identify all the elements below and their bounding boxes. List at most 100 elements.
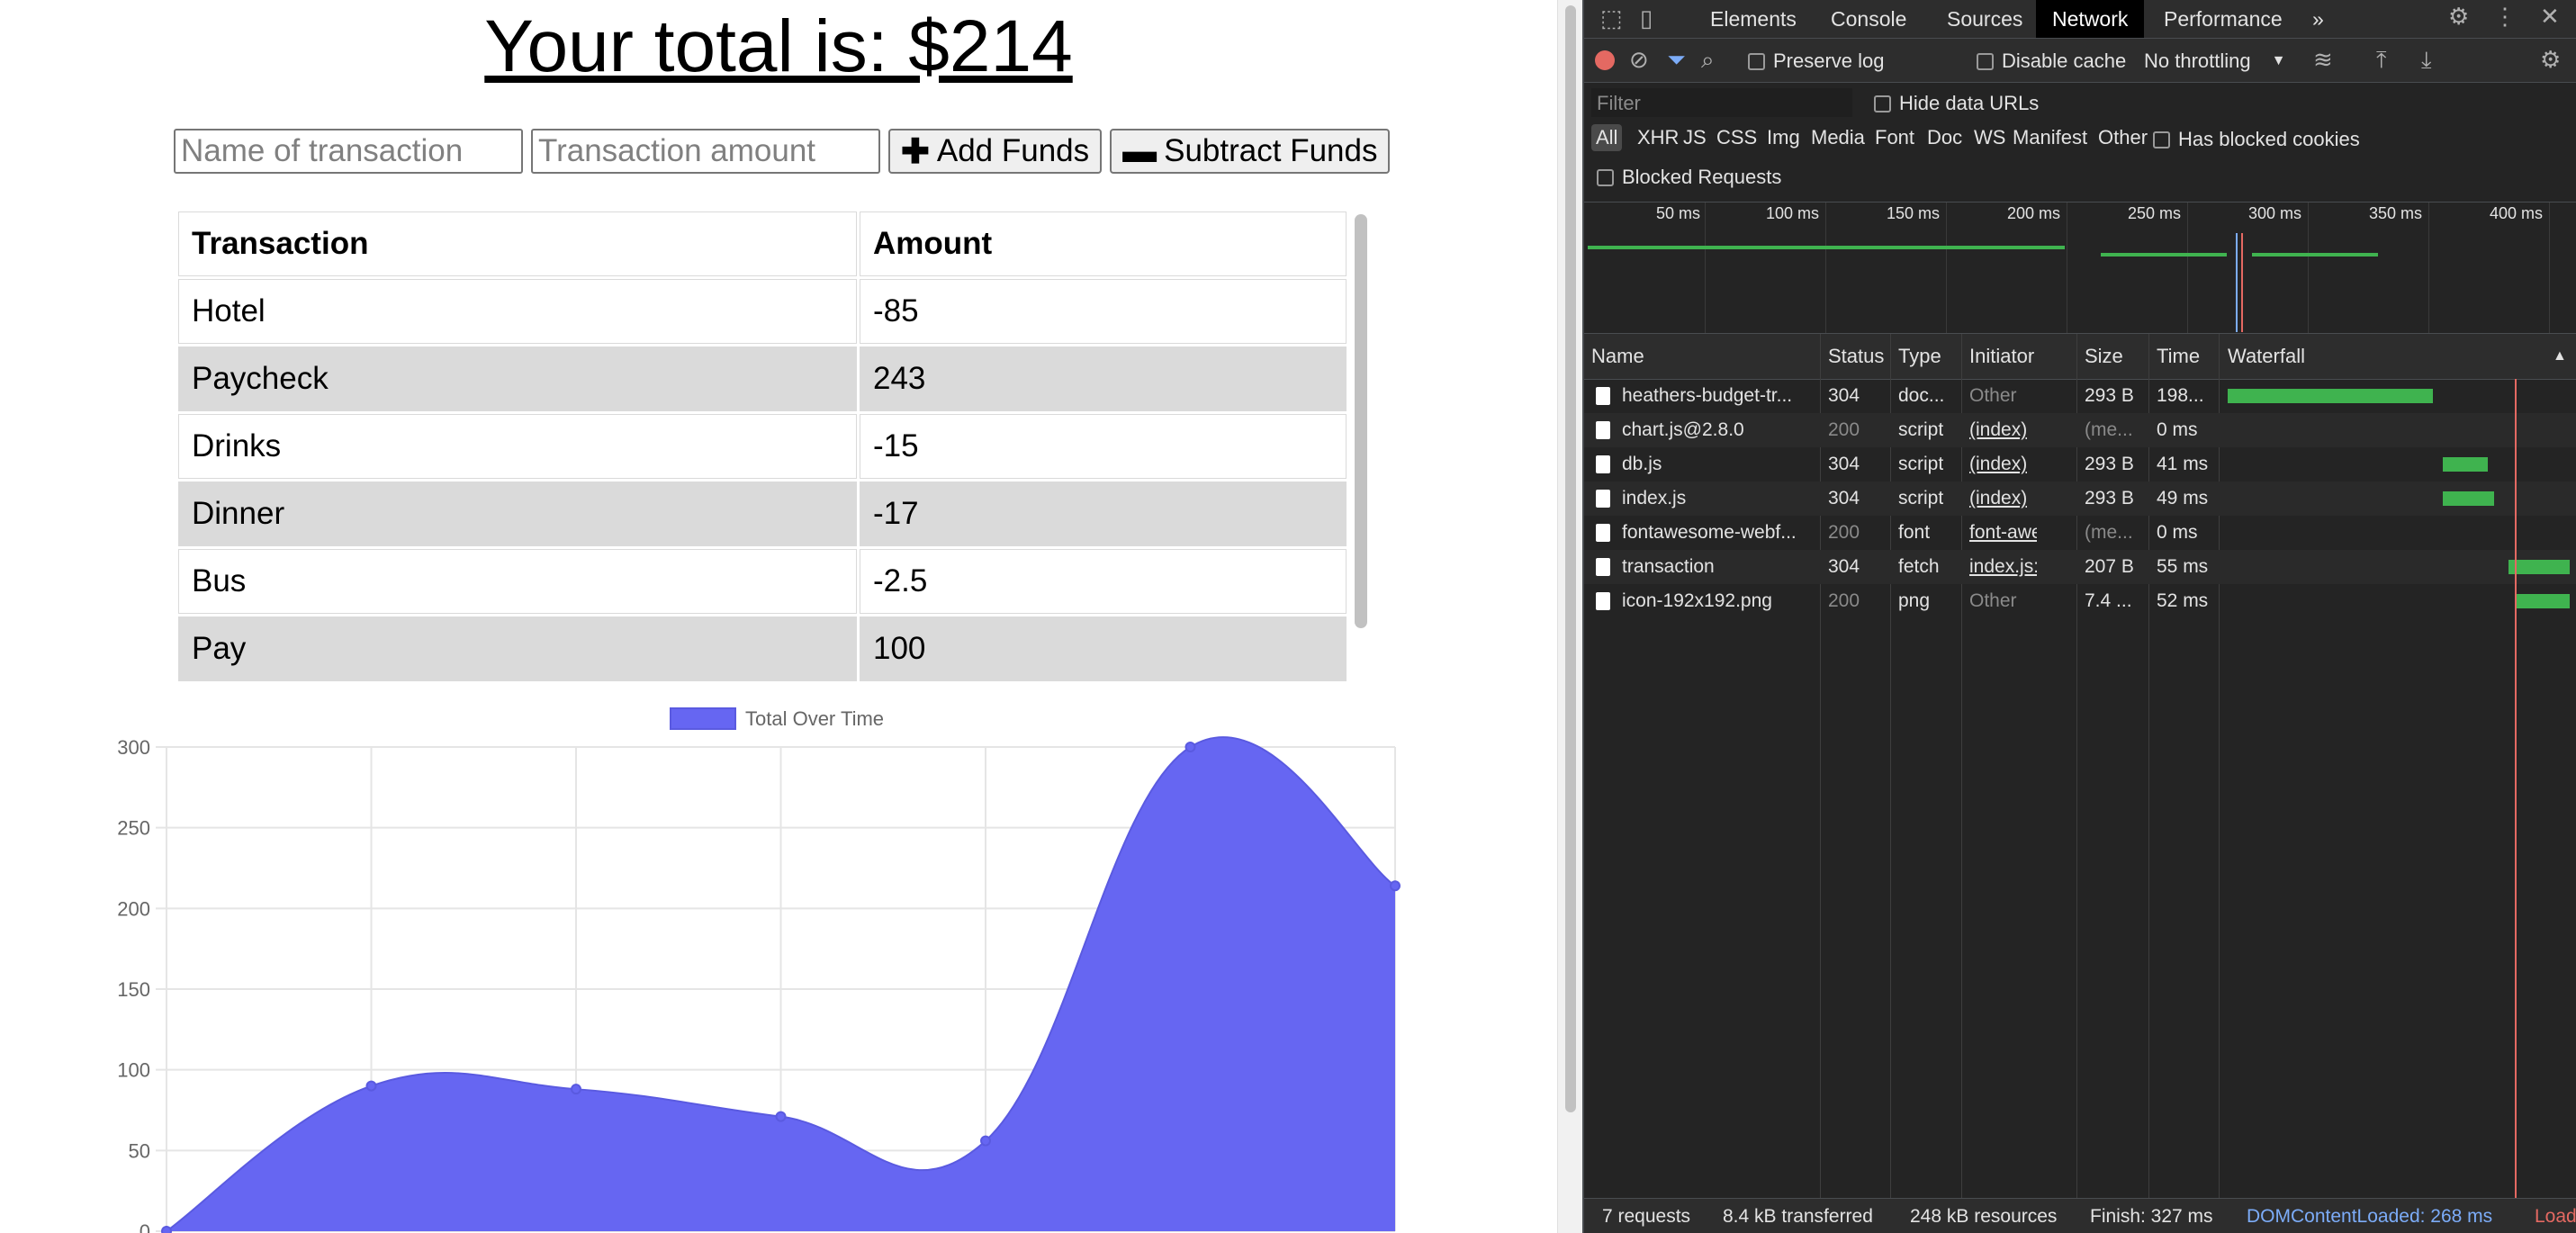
request-row[interactable]: fontawesome-webf... 200 font font-awe... (me… [1584, 516, 2576, 550]
hide-data-urls-checkbox[interactable]: Hide data URLs [1874, 92, 2039, 115]
settings-gear-icon[interactable]: ⚙ [2448, 3, 2469, 31]
type-filter-xhr[interactable]: XHR [1633, 124, 1683, 151]
data-point [1184, 742, 1196, 752]
type-filter-doc[interactable]: Doc [1923, 124, 1967, 151]
throttling-value: No throttling [2144, 50, 2251, 72]
request-status: 304 [1828, 454, 1860, 474]
column-waterfall[interactable]: Waterfall [2228, 334, 2305, 379]
type-filter-font[interactable]: Font [1870, 124, 1919, 151]
tab-network[interactable]: Network [2036, 0, 2145, 38]
transactions-table: Transaction Amount Hotel -85 Paycheck 243 … [176, 209, 1349, 684]
request-status: 304 [1828, 385, 1860, 406]
request-row[interactable]: chart.js@2.8.0 200 script (index) (me... 0 ms [1584, 413, 2576, 447]
request-initiator[interactable]: (index) [1969, 447, 2027, 482]
type-filter-ws[interactable]: WS [1969, 124, 2010, 151]
table-row: Pay 100 [178, 616, 1347, 681]
request-initiator[interactable]: (index) [1969, 413, 2027, 447]
tab-console[interactable]: Console [1815, 0, 1923, 38]
column-initiator[interactable]: Initiator [1969, 334, 2034, 379]
table-scrollbar[interactable] [1355, 214, 1367, 628]
column-name[interactable]: Name [1591, 334, 1644, 379]
page-scrollbar[interactable] [1557, 0, 1583, 1233]
request-initiator[interactable]: (index) [1969, 482, 2027, 516]
add-funds-button[interactable]: ✚ Add Funds [888, 129, 1103, 174]
type-filter-js[interactable]: JS [1679, 124, 1711, 151]
network-status-bar: 7 requests 8.4 kB transferred 248 kB res… [1584, 1198, 2576, 1233]
tab-elements[interactable]: Elements [1694, 0, 1813, 38]
request-row[interactable]: transaction 304 fetch index.js:4 207 B 55 ms [1584, 550, 2576, 584]
file-icon [1596, 592, 1610, 610]
transaction-amount: -15 [860, 414, 1347, 479]
throttling-select[interactable]: No throttling ▼ [2144, 50, 2285, 73]
column-status[interactable]: Status [1828, 334, 1884, 379]
sort-ascending-icon[interactable]: ▲ [2553, 334, 2567, 379]
clear-icon[interactable]: ⊘ [1629, 46, 1649, 74]
waterfall-bar [2508, 560, 2570, 574]
more-tabs-button[interactable]: » [2296, 0, 2340, 38]
column-size[interactable]: Size [2085, 334, 2123, 379]
y-tick-label: 150 [117, 978, 150, 1001]
transaction-amount: 100 [860, 616, 1347, 681]
table-row: Bus -2.5 [178, 549, 1347, 614]
table-row: Drinks -15 [178, 414, 1347, 479]
has-blocked-cookies-checkbox[interactable]: Has blocked cookies [2153, 128, 2360, 151]
request-type: fetch [1898, 556, 1940, 577]
preserve-log-checkbox[interactable]: Preserve log [1748, 50, 1885, 73]
transactions-table-container[interactable]: Transaction Amount Hotel -85 Paycheck 243 … [176, 209, 1377, 692]
device-toolbar-icon[interactable]: ▯ [1640, 4, 1653, 32]
has-blocked-cookies-label: Has blocked cookies [2178, 128, 2360, 150]
table-row: Paycheck 243 [178, 346, 1347, 411]
blocked-requests-label: Blocked Requests [1622, 166, 1782, 188]
column-time[interactable]: Time [2157, 334, 2200, 379]
network-settings-gear-icon[interactable]: ⚙ [2540, 46, 2561, 74]
search-icon[interactable]: ⌕ [1701, 46, 1715, 75]
ruler-label: 400 ms [2490, 204, 2544, 222]
request-row[interactable]: index.js 304 script (index) 293 B 49 ms [1584, 482, 2576, 516]
column-type[interactable]: Type [1898, 334, 1941, 379]
plus-icon: ✚ [901, 132, 930, 171]
request-name: heathers-budget-tr... [1622, 385, 1793, 406]
request-row[interactable]: icon-192x192.png 200 png Other 7.4 ... 52 ms [1584, 584, 2576, 618]
transaction-name-input[interactable] [174, 129, 523, 174]
type-filter-other[interactable]: Other [2094, 124, 2152, 151]
request-initiator[interactable]: index.js:4 [1969, 550, 2037, 584]
request-initiator[interactable]: font-awe... [1969, 516, 2037, 550]
file-icon [1596, 455, 1610, 473]
type-filter-img[interactable]: Img [1762, 124, 1805, 151]
network-conditions-icon[interactable]: ≋ [2313, 46, 2333, 74]
subtract-funds-button[interactable]: ▬ Subtract Funds [1110, 129, 1391, 174]
preserve-log-label: Preserve log [1773, 50, 1885, 72]
request-row[interactable]: db.js 304 script (index) 293 B 41 ms [1584, 447, 2576, 482]
network-toolbar: ⊘ ⏷ ⌕ Preserve log Disable cache No thro… [1584, 39, 2576, 83]
request-size: 293 B [2085, 488, 2134, 508]
disable-cache-label: Disable cache [2002, 50, 2127, 72]
inspect-element-icon[interactable]: ⬚ [1600, 4, 1623, 32]
request-type: png [1898, 590, 1931, 611]
filter-input[interactable]: Filter [1591, 88, 1852, 117]
overview-gridline [1825, 202, 1826, 333]
filter-placeholder: Filter [1597, 92, 1641, 114]
type-filter-all[interactable]: All [1591, 124, 1623, 151]
record-icon[interactable] [1595, 50, 1615, 70]
type-filter-css[interactable]: CSS [1712, 124, 1761, 151]
tab-sources[interactable]: Sources [1931, 0, 2039, 38]
request-row[interactable]: heathers-budget-tr... 304 doc... Other 293 B… [1584, 379, 2576, 413]
type-filter-manifest[interactable]: Manifest [2008, 124, 2092, 151]
close-icon[interactable]: ✕ [2540, 3, 2560, 31]
transaction-amount-input[interactable] [531, 129, 880, 174]
tab-performance[interactable]: Performance [2148, 0, 2299, 38]
request-time: 52 ms [2157, 590, 2209, 611]
filter-icon[interactable]: ⏷ [1667, 46, 1686, 75]
network-overview[interactable]: 50 ms 100 ms 150 ms 200 ms 250 ms 300 ms… [1584, 202, 2576, 334]
import-har-icon[interactable]: ⤒ [2376, 46, 2387, 75]
page-scrollbar-thumb[interactable] [1565, 5, 1576, 1112]
ruler-label: 350 ms [2369, 204, 2423, 222]
kebab-menu-icon[interactable]: ⋮ [2493, 3, 2517, 31]
export-har-icon[interactable]: ⤓ [2421, 46, 2432, 75]
transaction-name: Bus [178, 549, 857, 614]
disable-cache-checkbox[interactable]: Disable cache [1977, 50, 2126, 73]
checkbox-box [1597, 168, 1614, 186]
type-filter-media[interactable]: Media [1806, 124, 1869, 151]
status-resources: 248 kB resources [1910, 1206, 2058, 1227]
blocked-requests-checkbox[interactable]: Blocked Requests [1597, 166, 1781, 189]
